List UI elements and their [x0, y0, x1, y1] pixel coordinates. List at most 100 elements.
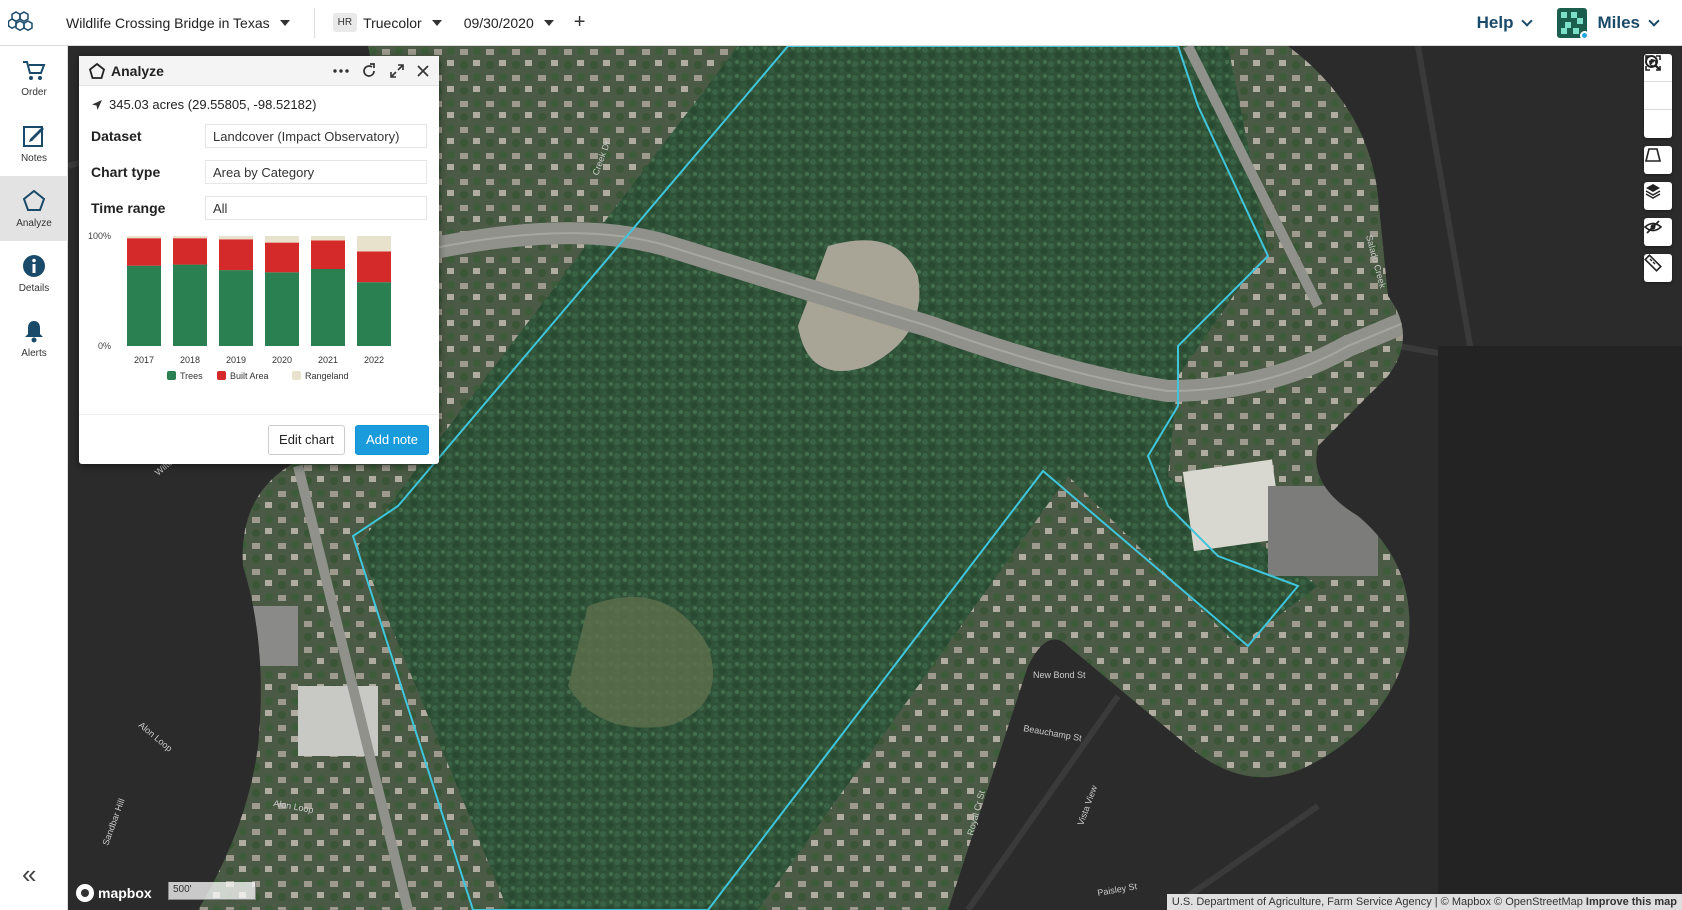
chart-bar-built-area	[173, 238, 207, 265]
chart-bar-trees	[357, 282, 391, 346]
caret-down-icon	[543, 19, 554, 26]
close-icon[interactable]	[417, 64, 429, 77]
sidebar-item-label: Details	[18, 282, 50, 294]
chevron-down-icon	[1521, 15, 1534, 27]
chart-bar-trees	[219, 270, 253, 346]
layers-icon[interactable]	[1644, 182, 1672, 210]
area-info-text: 345.03 acres (29.55805, -98.52182)	[109, 97, 317, 112]
sidebar: Order Notes Analyze Details Alerts «	[0, 46, 68, 910]
time-range-row: Time range All	[79, 196, 439, 220]
expand-icon[interactable]	[389, 63, 405, 79]
x-tick-label: 2020	[272, 355, 292, 365]
refresh-icon[interactable]	[361, 62, 377, 79]
sidebar-item-label: Notes	[20, 152, 48, 164]
polygon-icon	[22, 189, 46, 211]
date-selector[interactable]: 09/30/2020	[464, 15, 554, 31]
map-attribution: U.S. Department of Agriculture, Farm Ser…	[1166, 894, 1682, 910]
chart-bar-trees	[311, 269, 345, 346]
imagery-selector[interactable]: HR Truecolor	[332, 13, 442, 32]
fit-extent-icon[interactable]	[1644, 55, 1672, 138]
sidebar-item-label: Order	[21, 86, 47, 98]
info-icon	[23, 254, 45, 277]
chart-bar-rangeland	[219, 236, 253, 240]
scale-bar: 500'	[168, 882, 256, 900]
sidebar-item-analyze[interactable]: Analyze	[0, 176, 68, 241]
sidebar-item-order[interactable]: Order	[0, 46, 68, 111]
zoom-out-icon[interactable]	[1644, 55, 1672, 110]
date-label: 09/30/2020	[463, 14, 534, 31]
more-options-icon[interactable]	[333, 68, 349, 73]
imagery-badge: HR	[332, 13, 358, 32]
user-menu[interactable]: Miles	[1557, 8, 1660, 38]
edit-chart-button[interactable]: Edit chart	[268, 424, 345, 455]
chart-bar-trees	[265, 272, 299, 346]
sidebar-item-label: Alerts	[21, 347, 47, 359]
chevron-down-icon	[1648, 15, 1660, 27]
mapbox-logo[interactable]: mapbox	[76, 884, 152, 902]
panel-footer: Edit chart Add note	[79, 414, 439, 464]
location-arrow-icon	[92, 99, 102, 110]
mapbox-logo-icon	[76, 884, 94, 902]
chart-bar-rangeland	[357, 236, 391, 252]
help-label: Help	[1476, 13, 1514, 32]
area-info: 345.03 acres (29.55805, -98.52182)	[91, 97, 439, 112]
user-name: Miles	[1597, 13, 1640, 32]
legend-swatch	[167, 371, 176, 380]
project-selector[interactable]: Wildlife Crossing Bridge in Texas	[66, 15, 290, 31]
chart-bar-built-area	[311, 240, 345, 269]
chart-type-label: Chart type	[91, 164, 161, 180]
measure-icon[interactable]	[1644, 254, 1672, 282]
chart-bar-built-area	[265, 242, 299, 273]
sidebar-item-label: Analyze	[16, 217, 52, 229]
status-dot	[1580, 31, 1588, 38]
chart-bar-trees	[127, 265, 161, 346]
y-tick-label: 100%	[88, 231, 111, 241]
zoom-controls	[1644, 54, 1672, 138]
collapse-sidebar-button[interactable]: «	[22, 859, 36, 890]
panel-title: Analyze	[111, 62, 164, 79]
dataset-label: Dataset	[91, 128, 142, 144]
add-note-button[interactable]: Add note	[354, 424, 429, 455]
improve-map-link[interactable]: Improve this map	[1586, 896, 1677, 908]
road-label: New Bond St	[1033, 670, 1086, 680]
sidebar-item-details[interactable]: Details	[0, 241, 68, 306]
y-tick-label: 0%	[98, 341, 111, 351]
top-bar: Wildlife Crossing Bridge in Texas HR Tru…	[0, 0, 1682, 46]
chart-bar-built-area	[219, 239, 253, 271]
notes-icon	[23, 125, 44, 147]
draw-control	[1644, 146, 1672, 174]
hide-layer-icon[interactable]	[1644, 218, 1672, 246]
project-name: Wildlife Crossing Bridge in Texas	[66, 14, 270, 31]
x-tick-label: 2022	[364, 355, 384, 365]
sidebar-item-notes[interactable]: Notes	[0, 111, 68, 176]
draw-shape-icon[interactable]	[1644, 146, 1672, 174]
dataset-select[interactable]: Landcover (Impact Observatory)	[205, 124, 427, 148]
visibility-control	[1644, 218, 1672, 246]
chart-bar-rangeland	[127, 236, 161, 239]
chart-bar-built-area	[127, 238, 161, 266]
bell-icon	[25, 320, 43, 342]
cart-icon	[23, 60, 46, 80]
add-icon[interactable]: +	[574, 11, 586, 34]
time-range-select[interactable]: All	[205, 196, 427, 220]
help-menu[interactable]: Help	[1476, 13, 1534, 33]
chart-type-row: Chart type Area by Category	[79, 160, 439, 184]
x-tick-label: 2017	[134, 355, 154, 365]
polygon-icon	[89, 62, 105, 79]
avatar	[1557, 8, 1588, 38]
caret-down-icon	[279, 19, 290, 26]
chart-bar-trees	[173, 264, 207, 346]
landcover-chart: 100% 0% 2017 2018 2019 2020 2021 2022 Trees Built…	[88, 231, 391, 381]
dataset-row: Dataset Landcover (Impact Observatory)	[79, 124, 439, 148]
chart-type-select[interactable]: Area by Category	[205, 160, 427, 184]
legend-swatch	[292, 371, 301, 380]
sidebar-item-alerts[interactable]: Alerts	[0, 306, 68, 371]
mapbox-logo-text: mapbox	[98, 885, 152, 901]
chart-bar-built-area	[357, 251, 391, 283]
divider	[313, 7, 315, 38]
x-tick-label: 2019	[226, 355, 246, 365]
time-range-label: Time range	[91, 200, 166, 216]
x-tick-label: 2021	[318, 355, 338, 365]
app-logo-icon[interactable]	[0, 0, 46, 46]
legend-swatch	[217, 371, 226, 380]
